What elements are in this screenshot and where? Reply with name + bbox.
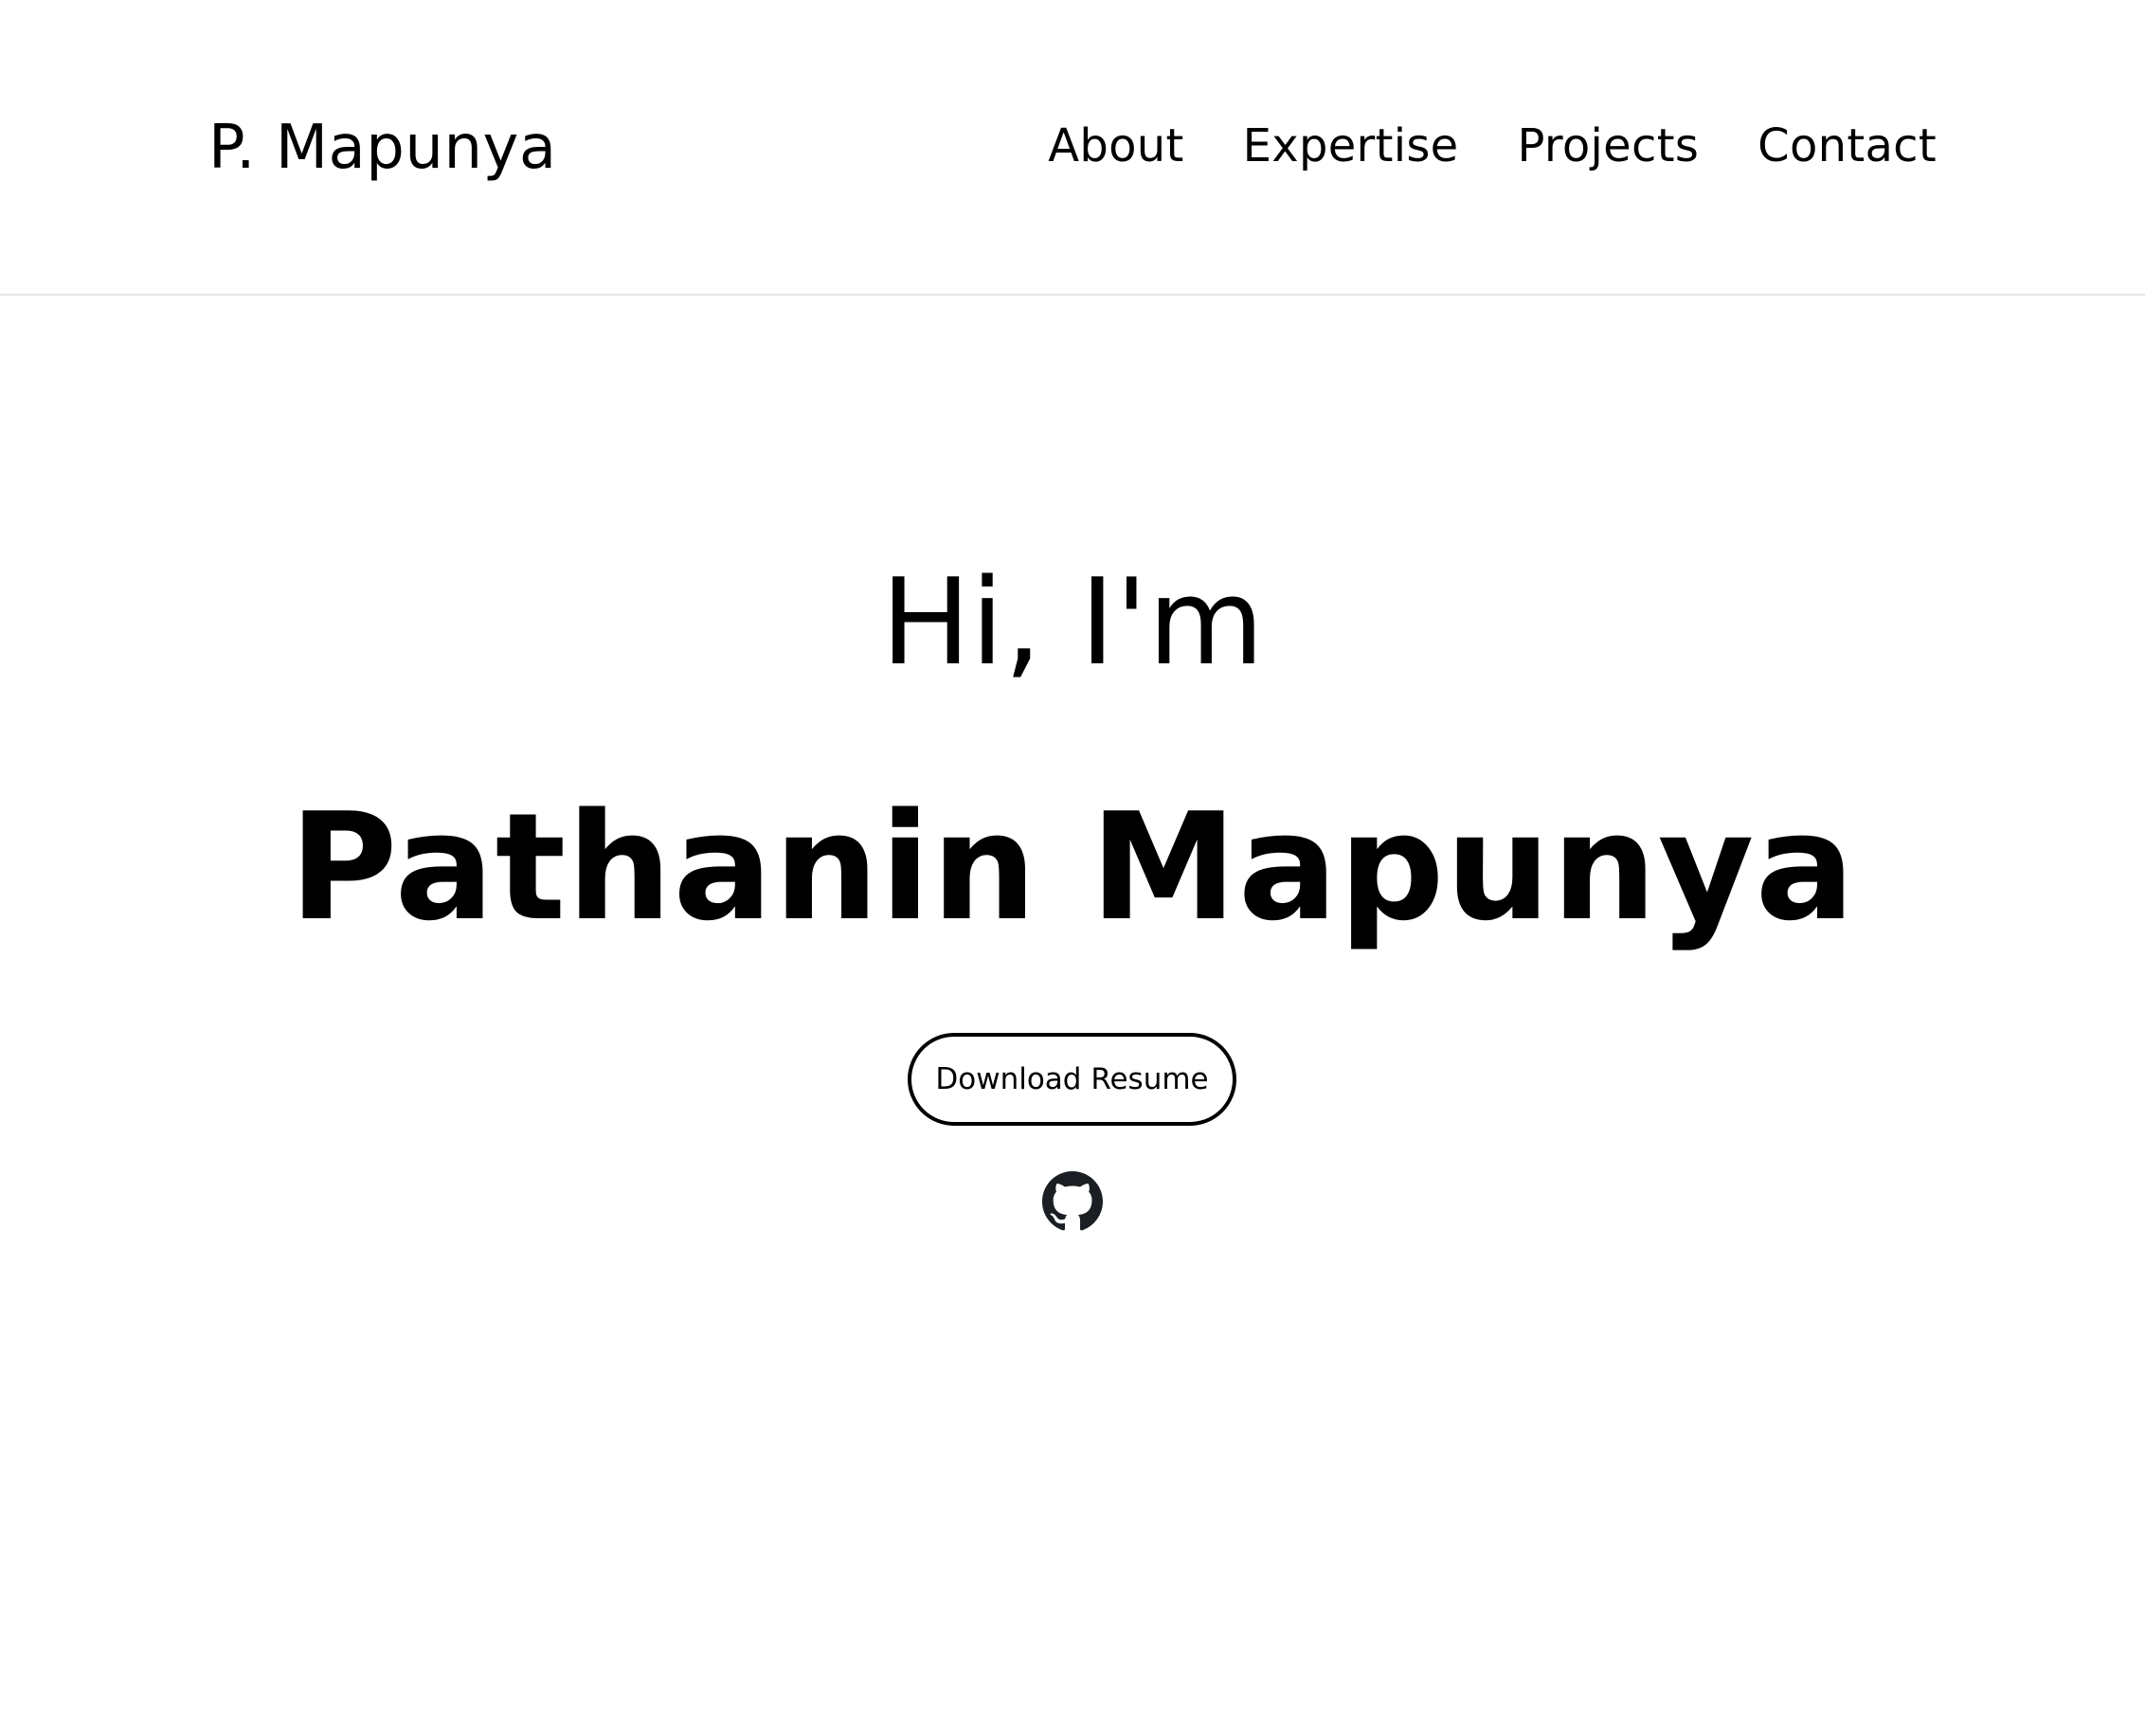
nav-item-about: About [1048, 116, 1183, 176]
nav-item-projects: Projects [1518, 116, 1700, 176]
page: P. Mapunya About Expertise Projects Cont… [0, 0, 2145, 1736]
github-link[interactable] [1042, 1171, 1103, 1232]
nav-link-expertise[interactable]: Expertise [1243, 119, 1459, 172]
brand-logo-link[interactable]: P. Mapunya [208, 110, 557, 186]
nav-list: About Expertise Projects Contact [1048, 116, 1937, 176]
nav-link-about[interactable]: About [1048, 119, 1183, 172]
nav-link-projects[interactable]: Projects [1518, 119, 1700, 172]
hero-greeting: Hi, I'm [880, 552, 1265, 692]
nav-item-contact: Contact [1757, 116, 1937, 176]
github-icon [1042, 1171, 1103, 1231]
hero-section: Hi, I'm Pathanin Mapunya Download Resume [0, 298, 2145, 1736]
nav-item-expertise: Expertise [1243, 116, 1459, 176]
site-header: P. Mapunya About Expertise Projects Cont… [0, 0, 2145, 296]
download-resume-button[interactable]: Download Resume [908, 1033, 1236, 1126]
hero-name: Pathanin Mapunya [289, 781, 1856, 953]
nav-link-contact[interactable]: Contact [1757, 119, 1937, 172]
